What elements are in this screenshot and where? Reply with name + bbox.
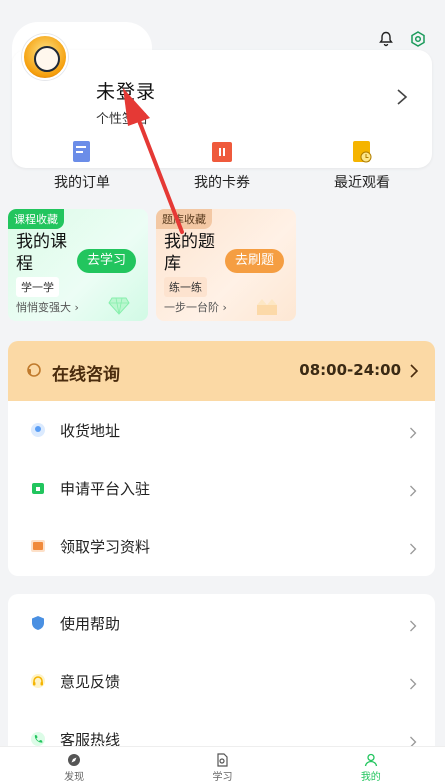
card-footer[interactable]: 悄悄变强大 › <box>16 299 79 315</box>
chevron-right-icon <box>409 363 419 378</box>
phone-icon <box>30 731 46 747</box>
tab-mine[interactable]: 我的 <box>297 747 445 781</box>
menu-item-help[interactable]: 使用帮助 <box>8 594 435 652</box>
card-tag: 课程收藏 <box>8 209 64 229</box>
user-icon <box>364 752 378 767</box>
chevron-right-icon <box>409 482 417 497</box>
online-consult-bar[interactable]: 在线咨询 08:00-24:00 <box>8 341 435 401</box>
location-icon <box>30 422 46 438</box>
coupon-icon <box>211 140 233 164</box>
study-icon <box>215 752 229 767</box>
order-icon <box>71 140 93 164</box>
go-study-button[interactable]: 去学习 <box>76 249 136 273</box>
chevron-right-icon <box>409 675 417 690</box>
store-icon <box>30 480 46 496</box>
settings-icon[interactable] <box>409 30 427 48</box>
menu-item-label: 意见反馈 <box>60 673 121 691</box>
chevron-right-icon[interactable] <box>395 88 409 106</box>
quick-link-label: 我的订单 <box>54 175 110 191</box>
diamond-icon <box>108 297 130 315</box>
bottom-nav: 发现 学习 我的 <box>0 746 445 781</box>
signature: 个性签名 <box>96 112 149 127</box>
nav-label: 发现 <box>64 772 85 781</box>
avatar[interactable] <box>22 34 68 80</box>
quick-link-label: 我的卡券 <box>194 175 250 191</box>
nav-label: 我的 <box>360 772 381 781</box>
quick-link-label: 最近观看 <box>334 175 390 191</box>
chevron-right-icon <box>409 617 417 632</box>
go-practice-button[interactable]: 去刷题 <box>224 249 284 273</box>
card-title: 我的课程 <box>16 232 67 274</box>
login-status[interactable]: 未登录 <box>96 77 156 104</box>
menu-item-label: 使用帮助 <box>60 615 121 633</box>
menu-group-1: 收货地址 申请平台入驻 领取学习资料 <box>8 401 435 576</box>
compass-icon <box>67 752 81 766</box>
bell-icon[interactable] <box>377 30 395 48</box>
headset-icon <box>30 673 46 689</box>
quick-links: 我的订单 我的卡券 最近观看 <box>12 140 432 192</box>
card-footer-text: 一步一台阶 <box>164 301 219 314</box>
shield-icon <box>30 615 46 631</box>
menu-item-label: 领取学习资料 <box>60 538 151 556</box>
menu-item-label: 收货地址 <box>60 422 121 440</box>
card-footer-text: 悄悄变强大 <box>16 301 71 314</box>
card-chip: 学一学 <box>16 277 59 297</box>
chevron-right-icon <box>409 733 417 748</box>
my-question-bank-card[interactable]: 题库收藏 我的题库 去刷题 练一练 一步一台阶 › <box>156 209 296 321</box>
menu-group-2: 使用帮助 意见反馈 客服热线 <box>8 594 435 754</box>
quick-link-history[interactable]: 最近观看 <box>292 140 432 192</box>
menu-item-apply-store[interactable]: 申请平台入驻 <box>8 459 435 517</box>
my-courses-card[interactable]: 课程收藏 我的课程 去学习 学一学 悄悄变强大 › <box>8 209 148 321</box>
history-icon <box>351 140 373 164</box>
top-icons <box>377 30 427 48</box>
chevron-right-icon <box>409 424 417 439</box>
chevron-right-icon <box>409 540 417 555</box>
menu-item-address[interactable]: 收货地址 <box>8 401 435 459</box>
card-chip: 练一练 <box>164 277 207 297</box>
crown-icon <box>256 297 278 315</box>
consult-icon <box>26 362 42 378</box>
card-title: 我的题库 <box>164 232 215 274</box>
tab-discover[interactable]: 发现 <box>0 747 148 781</box>
menu-item-label: 申请平台入驻 <box>60 480 151 498</box>
card-tag: 题库收藏 <box>156 209 212 229</box>
consult-title: 在线咨询 <box>52 365 120 385</box>
card-footer[interactable]: 一步一台阶 › <box>164 299 227 315</box>
nav-label: 学习 <box>212 772 233 781</box>
quick-link-coupons[interactable]: 我的卡券 <box>152 140 292 192</box>
book-icon <box>30 538 46 554</box>
quick-link-orders[interactable]: 我的订单 <box>12 140 152 192</box>
menu-item-study-materials[interactable]: 领取学习资料 <box>8 517 435 575</box>
tab-study[interactable]: 学习 <box>148 747 296 781</box>
menu-item-feedback[interactable]: 意见反馈 <box>8 652 435 710</box>
consult-hours: 08:00-24:00 <box>299 361 401 379</box>
